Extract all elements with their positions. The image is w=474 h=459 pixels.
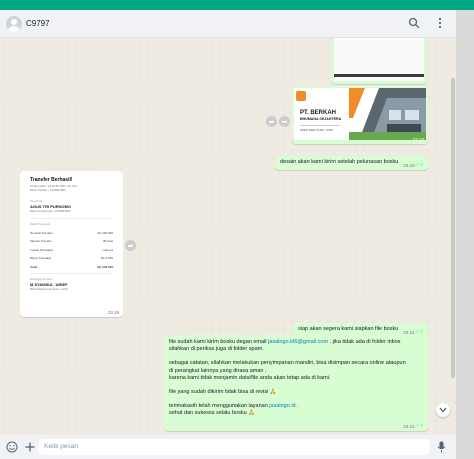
message-meta: 23.18 ✓✓	[403, 162, 424, 168]
receipt-row: Tujuan Transaksi Lainnya	[30, 248, 113, 252]
image-message-receipt[interactable]: Transfer Berhasil! 15 Mei 2023 • 23:05:5…	[20, 171, 123, 317]
receipt-row-label: Tujuan Transaksi	[30, 247, 53, 252]
message-line: file sudah kami kirim bosku degan email …	[169, 339, 401, 345]
receipt-row-value: Rp 202.500	[97, 264, 113, 269]
forward-button[interactable]: ➦	[279, 116, 290, 127]
building-illustration	[349, 88, 426, 140]
forward-button[interactable]: ➦	[266, 116, 277, 127]
receipt-row-value: BI-Fast	[103, 239, 113, 243]
receipt-row-value: Rp 2.500	[100, 256, 113, 260]
image-message-top[interactable]: 23.10	[331, 38, 427, 84]
contact-name[interactable]: C9797	[26, 19, 50, 28]
receipt-sender-label: Rekening Sumber	[30, 276, 53, 281]
message-meta: 23.10	[413, 137, 424, 142]
image-message-banner[interactable]: PT. BERKAH BHUMANA SEJAHTERA OPEN DAILY …	[292, 86, 428, 144]
message-time: 23.21	[403, 329, 415, 335]
receipt-row: Nominal Transfer Rp 200.000	[30, 231, 113, 235]
message-time: 23.10	[411, 77, 423, 82]
message-line: sebagai catatan, silahkan melakukan peny…	[169, 360, 406, 367]
receipt-row: Total Rp 202.500	[30, 265, 113, 269]
emoji-icon[interactable]	[6, 441, 18, 453]
microphone-icon[interactable]	[437, 441, 446, 453]
message-composer[interactable]: Ketik pesan	[0, 435, 456, 459]
menu-kebab-icon[interactable]	[434, 17, 446, 29]
message-meta: 23.10	[412, 77, 423, 82]
message-time: 23.10	[412, 137, 424, 142]
chat-header[interactable]: C9797	[0, 10, 456, 38]
website-link[interactable]: jasalogo.id	[269, 403, 295, 409]
receipt-rows: Nominal Transfer Rp 200.000 Metode Transfe…	[30, 231, 113, 269]
message-line: sehat dan sukesss selalu bosku 🙏	[169, 410, 256, 417]
receipt-row-label: Nominal Transfer	[30, 230, 53, 235]
receipt-row-value: Rp 200.000	[97, 230, 113, 235]
forward-button[interactable]: ➦	[125, 240, 136, 251]
read-ticks-icon: ✓✓	[415, 162, 424, 168]
receipt-recipient-sub: Bank Central Asia • 1234567890	[30, 209, 71, 213]
message-meta: 23.21 ✓✓	[403, 423, 424, 429]
image-thumbnail[interactable]	[334, 38, 424, 81]
message-line: file yang sudah dikirim tidak bisa di re…	[169, 389, 277, 396]
receipt-row-label: Metode Transfer	[30, 239, 52, 243]
message-line: karena kami tidak menjamin data/file and…	[169, 374, 331, 381]
transfer-receipt-image[interactable]: Transfer Berhasil! 15 Mei 2023 • 23:05:5…	[23, 174, 120, 314]
chevron-down-icon	[439, 407, 447, 413]
receipt-recipient-label: Penerima	[30, 199, 42, 203]
message-time: 23.21	[403, 423, 415, 429]
receipt-title: Transfer Berhasil!	[30, 177, 73, 183]
attach-plus-icon[interactable]	[24, 441, 36, 453]
chat-scrollbar[interactable]	[451, 78, 455, 378]
window-side-panel	[456, 10, 474, 459]
banner-company: PT. BERKAH	[300, 110, 337, 116]
message-line: di perangkat lainnya yang dirasa aman .	[169, 367, 267, 374]
company-logo	[296, 91, 306, 101]
image-stripe	[334, 74, 424, 77]
message-meta: 23.19	[108, 310, 119, 315]
email-link[interactable]: jasalogo.id6@gmail.com	[268, 339, 328, 345]
message-bubble-outgoing[interactable]: file sudah kami kirim bosku degan email …	[164, 335, 428, 431]
receipt-sender-sub: Bank Rakyat Indonesia • 1234	[30, 286, 68, 291]
search-icon[interactable]	[408, 17, 420, 29]
message-input[interactable]: Ketik pesan	[38, 439, 430, 455]
message-bubble-outgoing[interactable]: desain akan kami kirim setelah pelunasan…	[275, 156, 428, 170]
app-top-strip	[0, 0, 474, 10]
message-time: 23.19	[107, 310, 119, 315]
receipt-row-label: Total	[30, 264, 37, 269]
receipt-row-label: Biaya Transaksi	[30, 256, 52, 260]
receipt-details-label: Detail Transaksi	[30, 222, 50, 226]
contact-avatar[interactable]	[6, 15, 22, 32]
chat-area[interactable]: 23.10 ➦ ➦ PT. BERKAH BHUMANA SEJAHTERA O…	[0, 38, 456, 435]
receipt-ref: Bank Transfer • 1234567890	[30, 188, 66, 192]
message-text: siap akan segera kami siapkan file bosku	[298, 326, 399, 332]
banner-divider	[300, 125, 340, 126]
receipt-row: Metode Transfer BI-Fast	[30, 239, 113, 243]
read-ticks-icon: ✓✓	[415, 423, 424, 429]
message-line: silahkan di periksa juga di folder spam.	[169, 346, 264, 353]
scroll-down-button[interactable]	[436, 403, 450, 417]
banner-image[interactable]: PT. BERKAH BHUMANA SEJAHTERA OPEN DAILY …	[294, 88, 426, 140]
message-time: 23.18	[403, 162, 415, 168]
message-text-block: file sudah kami kirim bosku degan email …	[169, 339, 425, 418]
receipt-row-value: Lainnya	[102, 247, 113, 252]
banner-small-text: OPEN DAILY 8 AM - 9 PM	[300, 128, 333, 132]
banner-company2: BHUMANA SEJAHTERA	[300, 117, 342, 121]
receipt-row: Biaya Transaksi Rp 2.500	[30, 256, 113, 260]
message-text: desain akan kami kirim setelah pelunasan…	[280, 159, 399, 165]
